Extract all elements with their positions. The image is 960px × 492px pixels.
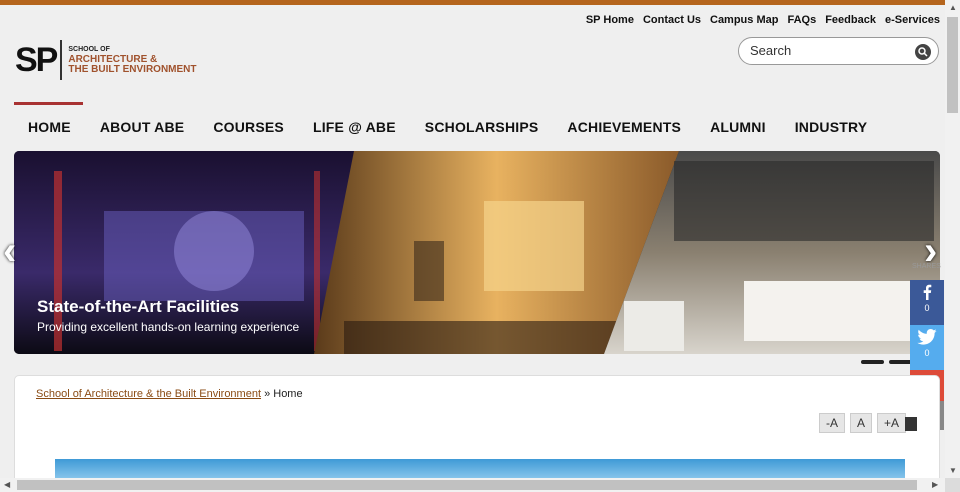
- carousel-dot[interactable]: [889, 360, 912, 364]
- facebook-icon: [923, 284, 932, 300]
- top-accent-bar: [0, 0, 945, 5]
- nav-item-alumni[interactable]: ALUMNI: [710, 119, 766, 135]
- util-link-faqs[interactable]: FAQs: [787, 14, 816, 26]
- logo-text: SCHOOL OF ARCHITECTURE & THE BUILT ENVIR…: [68, 45, 196, 75]
- carousel-dot[interactable]: [861, 360, 884, 364]
- share-label: SHARES: [912, 263, 941, 270]
- font-size-controls: -A A +A: [819, 413, 907, 433]
- nav-item-home[interactable]: HOME: [28, 119, 71, 135]
- nav-item-about-abe[interactable]: ABOUT ABE: [100, 119, 185, 135]
- banner-subtitle: Providing excellent hands-on learning ex…: [37, 320, 300, 334]
- banner-caption: State-of-the-Art Facilities Providing ex…: [37, 297, 299, 334]
- util-link-contact-us[interactable]: Contact Us: [643, 14, 701, 26]
- breadcrumb-link-school[interactable]: School of Architecture & the Built Envir…: [36, 388, 261, 400]
- util-link-campus-map[interactable]: Campus Map: [710, 14, 778, 26]
- breadcrumb-separator: »: [261, 388, 274, 400]
- twitter-icon: [917, 329, 937, 345]
- vertical-scroll-thumb[interactable]: [947, 17, 958, 113]
- school-logo[interactable]: SP SCHOOL OF ARCHITECTURE & THE BUILT EN…: [15, 40, 197, 80]
- scrollbar-corner: [945, 478, 960, 492]
- horizontal-scroll-thumb[interactable]: [17, 480, 917, 490]
- scroll-up-icon[interactable]: ▲: [949, 3, 957, 12]
- search-box: [738, 37, 939, 65]
- search-input[interactable]: [750, 43, 910, 58]
- carousel-prev-icon[interactable]: ‹: [3, 231, 16, 271]
- scroll-left-icon[interactable]: ◀: [4, 480, 10, 489]
- scroll-right-icon[interactable]: ▶: [932, 480, 938, 489]
- logo-divider: [60, 40, 63, 80]
- nav-item-scholarships[interactable]: SCHOLARSHIPS: [425, 119, 539, 135]
- font-decrease-button[interactable]: -A: [819, 413, 845, 433]
- utility-links: SP Home Contact Us Campus Map FAQs Feedb…: [586, 14, 940, 26]
- font-increase-button[interactable]: +A: [877, 413, 907, 433]
- facebook-share-count: 0: [924, 303, 930, 313]
- logo-line-3: THE BUILT ENVIRONMENT: [68, 64, 197, 75]
- main-content: School of Architecture & the Built Envir…: [14, 375, 940, 492]
- facebook-share-button[interactable]: 0: [910, 280, 944, 325]
- logo-initials: SP: [15, 41, 58, 79]
- nav-item-courses[interactable]: COURSES: [213, 119, 284, 135]
- font-reset-button[interactable]: A: [850, 413, 873, 433]
- print-icon[interactable]: [905, 417, 917, 431]
- nav-active-indicator: [14, 102, 83, 105]
- breadcrumb: School of Architecture & the Built Envir…: [36, 388, 303, 400]
- search-icon: [918, 47, 928, 57]
- hero-carousel[interactable]: State-of-the-Art Facilities Providing ex…: [14, 151, 940, 354]
- util-link-e-services[interactable]: e-Services: [885, 14, 940, 26]
- nav-item-life-at-abe[interactable]: LIFE @ ABE: [313, 119, 396, 135]
- nav-item-industry[interactable]: INDUSTRY: [795, 119, 868, 135]
- vertical-scrollbar[interactable]: ▲ ▼: [945, 0, 960, 478]
- carousel-pagination: [861, 360, 912, 364]
- twitter-share-button[interactable]: 0: [910, 325, 944, 370]
- util-link-feedback[interactable]: Feedback: [825, 14, 876, 26]
- util-link-sp-home[interactable]: SP Home: [586, 14, 634, 26]
- scroll-down-icon[interactable]: ▼: [949, 466, 957, 475]
- breadcrumb-current: Home: [273, 388, 303, 400]
- twitter-share-count: 0: [924, 348, 930, 358]
- banner-title: State-of-the-Art Facilities: [37, 297, 240, 316]
- search-button[interactable]: [915, 44, 931, 60]
- main-nav: HOME ABOUT ABE COURSES LIFE @ ABE SCHOLA…: [14, 119, 882, 135]
- nav-item-achievements[interactable]: ACHIEVEMENTS: [567, 119, 681, 135]
- horizontal-scrollbar[interactable]: ◀ ▶: [0, 478, 945, 492]
